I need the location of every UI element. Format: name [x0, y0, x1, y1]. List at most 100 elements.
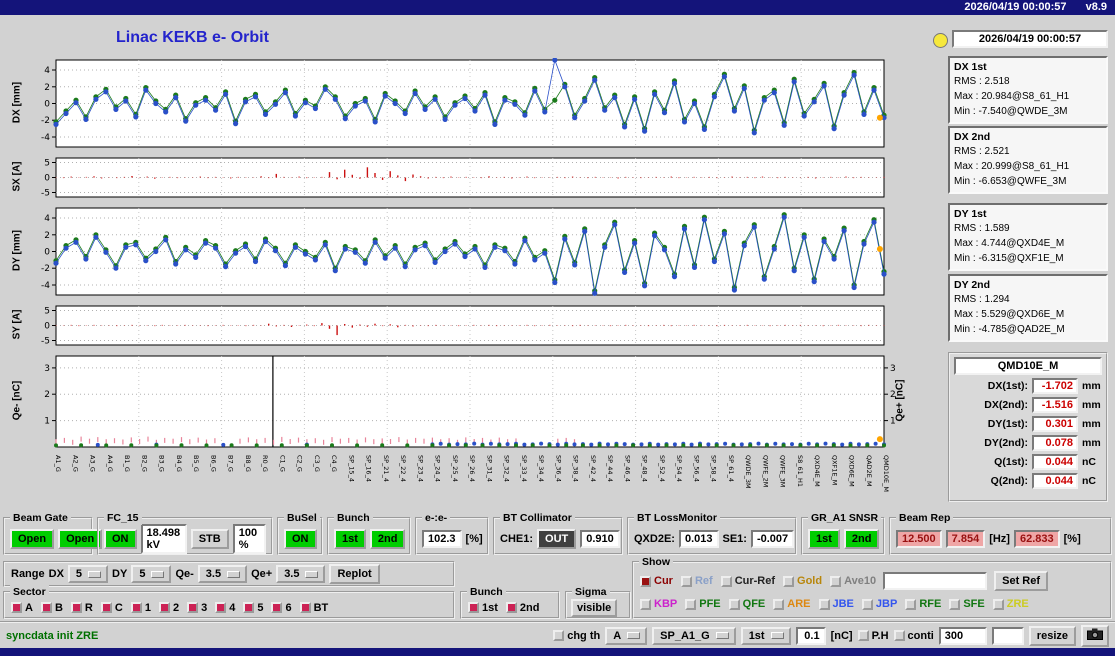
show-checkbox-kbp[interactable]: KBP: [640, 598, 677, 610]
beam-gate-open-2-button[interactable]: Open: [58, 529, 102, 549]
checkbox-box: [553, 630, 564, 641]
camera-button[interactable]: [1081, 625, 1109, 647]
checkbox-box: [187, 602, 198, 613]
bunch-checkbox-2nd[interactable]: 2nd: [506, 602, 540, 614]
qmd-row-unit: mm: [1082, 399, 1102, 411]
sector-checkbox-4[interactable]: 4: [215, 602, 235, 614]
qmd-title: QMD10E_M: [954, 357, 1102, 375]
dx-axis-label: DX [mm]: [12, 58, 23, 148]
show-checkbox-rfe[interactable]: RFE: [905, 598, 941, 610]
sector-checkbox-5[interactable]: 5: [243, 602, 263, 614]
bunch-select-value: 1st: [749, 630, 765, 642]
bunch-2nd-button[interactable]: 2nd: [370, 529, 406, 549]
sector-checkbox-3[interactable]: 3: [187, 602, 207, 614]
chg-th-checkbox[interactable]: chg th: [553, 630, 600, 642]
sigma-visible-button[interactable]: visible: [571, 599, 617, 617]
qmd-row-value: -1.516: [1032, 397, 1078, 413]
show-checkbox-jbe[interactable]: JBE: [819, 598, 854, 610]
range-qe-minus-select[interactable]: 3.5: [198, 565, 247, 583]
qmd-row-value: -1.702: [1032, 378, 1078, 394]
resize-button[interactable]: resize: [1029, 626, 1076, 646]
qmd-row-label: Q(1st):: [994, 456, 1028, 468]
sector-checkbox-2[interactable]: 2: [159, 602, 179, 614]
show-checkbox-gold[interactable]: Gold: [783, 575, 822, 587]
fc15-group: FC_15 ON 18.498 kV STB 100 %: [97, 517, 273, 555]
range-label: Range: [11, 568, 45, 580]
checkbox-label: 2: [173, 602, 179, 614]
conti-checkbox[interactable]: conti: [894, 630, 934, 642]
bpm-select-value: SP_A1_G: [660, 630, 710, 642]
beam-gate-open-1-button[interactable]: Open: [10, 529, 54, 549]
sector-checkbox-a[interactable]: A: [11, 602, 33, 614]
set-ref-button[interactable]: Set Ref: [994, 571, 1048, 591]
bunch-1st-button[interactable]: 1st: [334, 529, 366, 549]
stat-title: DY 2nd: [954, 278, 1102, 292]
threshold-input[interactable]: 0.1: [796, 627, 826, 645]
se1-value: -0.007: [751, 530, 794, 548]
sector-select[interactable]: A: [605, 627, 647, 645]
busel-on-button[interactable]: ON: [284, 529, 317, 549]
checkbox-box: [862, 599, 873, 610]
bunch-checkbox-1st[interactable]: 1st: [468, 602, 498, 614]
gr-snsr-1st-button[interactable]: 1st: [808, 529, 840, 549]
interval-input[interactable]: 300: [939, 627, 987, 645]
range-dy-value: 5: [139, 568, 145, 580]
sector-checkbox-b[interactable]: B: [41, 602, 63, 614]
svg-text:SP_58_4: SP_58_4: [710, 455, 718, 482]
checkbox-label: conti: [908, 630, 934, 642]
checkbox-box: [905, 599, 916, 610]
svg-text:0: 0: [44, 322, 50, 332]
checkbox-label: C: [115, 602, 123, 614]
range-dy-select[interactable]: 5: [131, 565, 171, 583]
bunch-select[interactable]: 1st: [741, 627, 791, 645]
svg-text:2: 2: [890, 390, 896, 400]
show-checkbox-ref[interactable]: Ref: [681, 575, 713, 587]
sector-checkbox-bt[interactable]: BT: [300, 602, 329, 614]
svg-text:B6_G: B6_G: [209, 455, 217, 472]
aux-input[interactable]: [992, 627, 1024, 645]
range-qe-plus-select[interactable]: 3.5: [276, 565, 325, 583]
show-checkbox-sfe[interactable]: SFE: [949, 598, 984, 610]
svg-text:-4: -4: [41, 133, 50, 143]
fc15-stb-button[interactable]: STB: [191, 529, 229, 549]
sector-label: Sector: [10, 585, 49, 599]
stat-min: Min : -4.785@QAD2E_M: [954, 322, 1102, 337]
qmd-row-unit: nC: [1082, 475, 1102, 487]
show-checkbox-cur-ref[interactable]: Cur-Ref: [721, 575, 775, 587]
show-checkbox-qfe[interactable]: QFE: [729, 598, 766, 610]
checkbox-box: [243, 602, 254, 613]
che1-out-button[interactable]: OUT: [537, 529, 576, 549]
stat-min: Min : -6.653@QWFE_3M: [954, 174, 1102, 189]
qmd-row: Q(1st):0.044nC: [954, 454, 1102, 470]
ph-checkbox[interactable]: P.H: [858, 630, 889, 642]
svg-text:0: 0: [44, 100, 50, 110]
checkbox-label: chg th: [567, 630, 600, 642]
qmd-row-value: 0.078: [1032, 435, 1078, 451]
svg-text:SP_48_4: SP_48_4: [641, 455, 649, 482]
bpm-select[interactable]: SP_A1_G: [652, 627, 736, 645]
qmd-row-unit: mm: [1082, 380, 1102, 392]
sector-checkbox-6[interactable]: 6: [271, 602, 291, 614]
range-dx-select[interactable]: 5: [68, 565, 108, 583]
bottom-bar: [0, 648, 1115, 656]
show-checkbox-zre[interactable]: ZRE: [993, 598, 1029, 610]
qmd-row: DY(1st):0.301mm: [954, 416, 1102, 432]
replot-button[interactable]: Replot: [329, 564, 379, 584]
ref-input[interactable]: [883, 572, 987, 590]
sector-checkbox-1[interactable]: 1: [131, 602, 151, 614]
show-checkbox-pfe[interactable]: PFE: [685, 598, 720, 610]
sector-checkbox-r[interactable]: R: [71, 602, 93, 614]
show-checkbox-are[interactable]: ARE: [773, 598, 810, 610]
qmd-row: Q(2nd):0.044nC: [954, 473, 1102, 489]
checkbox-box: [215, 602, 226, 613]
svg-text:SP_24_4: SP_24_4: [434, 455, 442, 482]
show-checkbox-ave10[interactable]: Ave10: [830, 575, 876, 587]
show-checkbox-cur[interactable]: Cur: [640, 575, 673, 587]
gr-snsr-2nd-button[interactable]: 2nd: [844, 529, 880, 549]
fc15-on-button[interactable]: ON: [104, 529, 137, 549]
checkbox-label: 2nd: [520, 602, 540, 614]
svg-text:QXD4E_M: QXD4E_M: [813, 455, 821, 487]
show-checkbox-jbp[interactable]: JBP: [862, 598, 897, 610]
sector-checkbox-c[interactable]: C: [101, 602, 123, 614]
svg-text:1: 1: [44, 417, 50, 427]
